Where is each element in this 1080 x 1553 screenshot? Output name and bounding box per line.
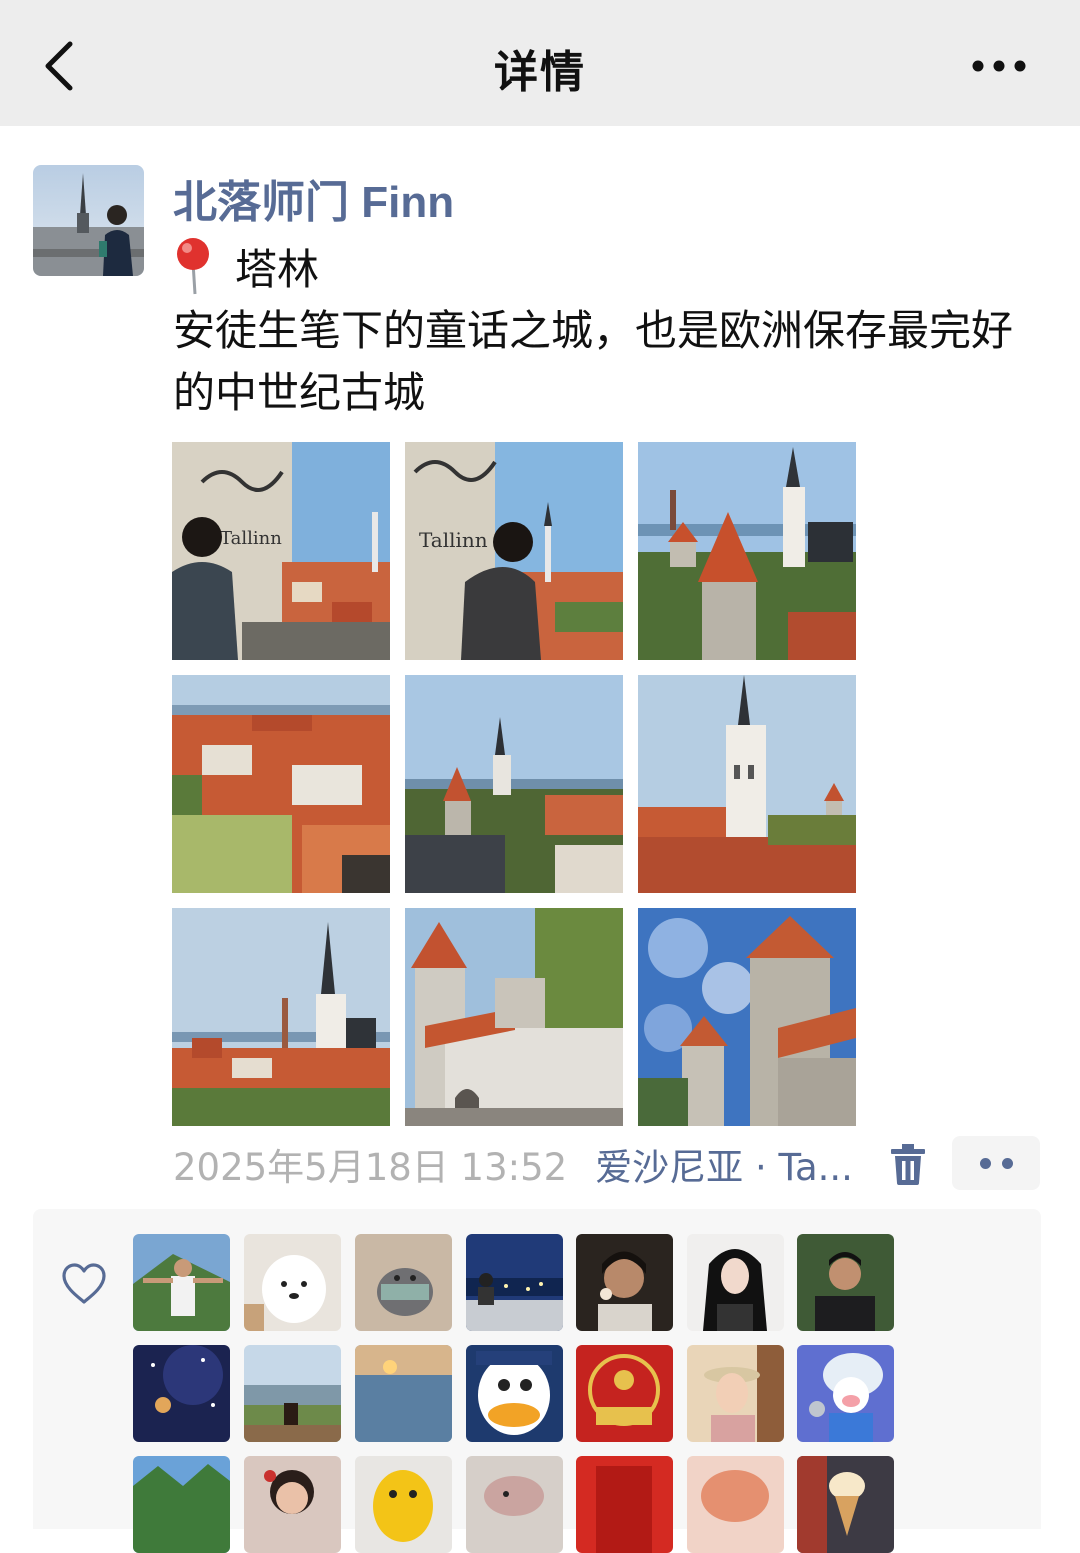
nav-bar: 详情 [0, 0, 1080, 126]
delete-button[interactable] [890, 1142, 926, 1186]
photo-5[interactable] [405, 675, 623, 893]
liker-avatar[interactable] [133, 1345, 230, 1442]
photo-9[interactable] [638, 908, 856, 1126]
photo-4[interactable] [172, 675, 390, 893]
location-text: 塔林 [235, 244, 320, 294]
liker-avatar[interactable] [797, 1234, 894, 1331]
liker-avatar[interactable] [355, 1345, 452, 1442]
comment-more-button[interactable] [952, 1136, 1040, 1190]
liker-avatar[interactable] [466, 1234, 563, 1331]
liker-avatar[interactable] [576, 1345, 673, 1442]
location-tag: 塔林 [173, 236, 319, 296]
post-text: 安徒生笔下的童话之城，也是欧洲保存最完好的中世纪古城 [173, 306, 1014, 417]
svg-text:Tallinn: Tallinn [220, 528, 282, 549]
liker-avatar[interactable] [687, 1456, 784, 1553]
liker-avatar[interactable] [355, 1456, 452, 1553]
liker-avatar[interactable] [466, 1345, 563, 1442]
author-avatar[interactable] [33, 165, 144, 276]
liker-avatar[interactable] [133, 1456, 230, 1553]
more-dots-icon-dot [1002, 1158, 1013, 1169]
liker-avatar[interactable] [576, 1234, 673, 1331]
svg-text:Tallinn: Tallinn [419, 528, 488, 552]
post-meta: 2025年5月18日 13:52 爱沙尼亚 · Ta... [173, 1138, 853, 1190]
post-timestamp: 2025年5月18日 13:52 [173, 1146, 568, 1189]
photo-grid: Tallinn Tallinn [172, 442, 856, 1126]
liker-avatar[interactable] [244, 1345, 341, 1442]
liker-avatar[interactable] [797, 1345, 894, 1442]
page-title: 详情 [494, 47, 586, 98]
trash-icon [891, 1144, 925, 1185]
map-pin-icon [177, 238, 209, 295]
liker-avatar[interactable] [797, 1456, 894, 1553]
liker-avatar[interactable] [687, 1234, 784, 1331]
likes-panel [33, 1209, 1041, 1553]
photo-2[interactable]: Tallinn [405, 442, 623, 660]
more-dots-icon [980, 1158, 991, 1169]
author-name[interactable]: 北落师门 Finn [173, 166, 454, 230]
liker-avatar[interactable] [576, 1456, 673, 1553]
more-button[interactable] [970, 46, 1030, 86]
photo-3[interactable] [638, 442, 856, 660]
photo-8[interactable] [405, 908, 623, 1126]
liker-avatar[interactable] [244, 1456, 341, 1553]
more-horizontal-icon [972, 60, 1026, 72]
heart-icon [62, 1263, 106, 1304]
photo-6[interactable] [638, 675, 856, 893]
liker-avatar[interactable] [466, 1456, 563, 1553]
post-place-link[interactable]: 爱沙尼亚 · Ta... [595, 1137, 853, 1191]
liker-avatar[interactable] [133, 1234, 230, 1331]
photo-1[interactable]: Tallinn [172, 442, 390, 660]
photo-7[interactable] [172, 908, 390, 1126]
liker-avatar[interactable] [355, 1234, 452, 1331]
liker-avatar[interactable] [687, 1345, 784, 1442]
liker-avatar[interactable] [244, 1234, 341, 1331]
